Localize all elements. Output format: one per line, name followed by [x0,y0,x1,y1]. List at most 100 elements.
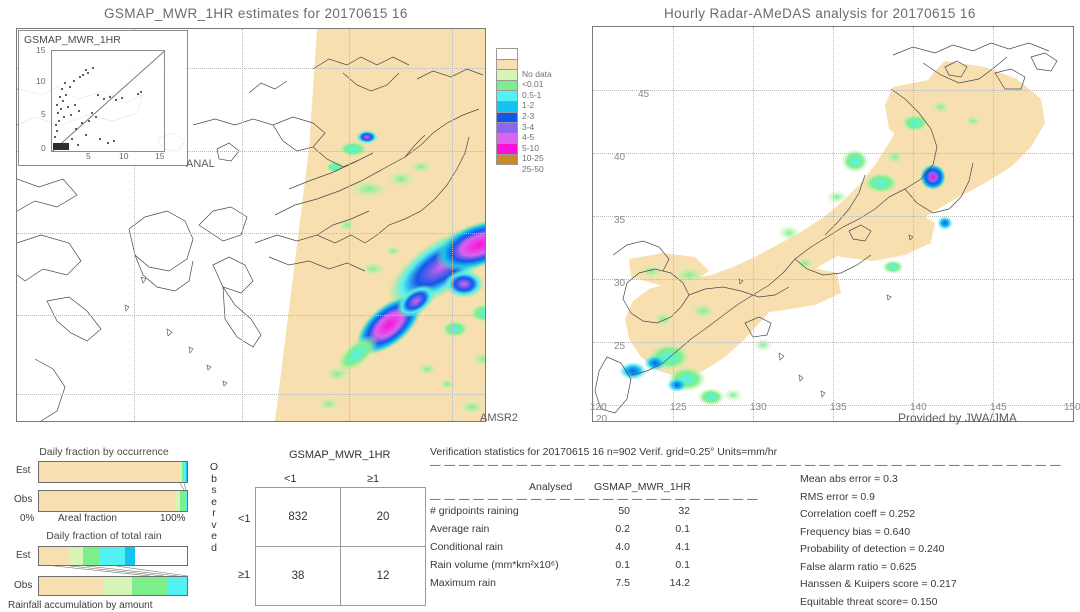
verification-row-analysed-2: 4.0 [615,541,630,553]
contingency-col-header-ge1: ≥1 [367,473,380,485]
colorbar-swatch-8 [496,132,518,144]
lon-tick-150: 150 [1064,402,1080,413]
occurrence-est-segment-4 [186,462,187,482]
lat-tick-45: 45 [638,89,650,100]
amount-chart-footer: Rainfall accumulation by amount [8,600,153,611]
occurrence-est-bar[interactable] [38,461,188,483]
verification-row-analysed-1: 0.2 [615,523,630,535]
verification-score-2: Correlation coeff = 0.252 [800,508,916,520]
occurrence-obs-bar[interactable] [38,490,188,512]
amount-obs-bar[interactable] [38,576,188,596]
amount-est-segment-0 [39,547,69,565]
colorbar-label-0 [522,58,552,69]
verification-score-5: False alarm ratio = 0.625 [800,560,917,573]
verification-row-analysed-0: 50 [618,505,630,517]
colorbar-swatch-7 [496,122,518,133]
scatter-inset[interactable]: GSMAP_MWR_1HR 15 10 5 0 5 10 15 [18,30,188,166]
left-map-sensor-label: AMSR2 [480,412,518,424]
verification-row-model-1: 0.1 [675,523,690,535]
occurrence-obs-segment-3 [184,491,187,511]
verification-score-7: Equitable threat score= 0.150 [800,595,938,608]
cell-lt1-ge1: 20 [340,487,426,547]
colorbar-label-1: No data [522,68,552,79]
colorbar-swatch-5 [496,100,518,112]
verification-col-analysed: Analysed [529,481,573,493]
colorbar-label-2: <0.01 [522,79,544,90]
colorbar-swatch-4 [496,90,518,101]
lat-tick-40: 40 [614,152,626,163]
verification-row-model-3: 0.1 [675,559,690,571]
verification-header: Verification statistics for 20170615 16 … [430,446,778,458]
left-panel-title: GSMAP_MWR_1HR estimates for 20170615 16 [104,6,408,21]
lon-tick-135: 135 [830,402,847,413]
amount-est-label: Est [16,550,31,561]
map-credit: Provided by JWA/JMA [898,411,1017,425]
colorbar-label-10: 25-50 [522,163,544,174]
lat-tick-35: 35 [614,215,626,226]
scatter-ytick-10: 10 [36,76,46,86]
contingency-title: GSMAP_MWR_1HR [289,449,391,461]
verification-row-model-0: 32 [678,505,690,517]
occurrence-linkage [179,483,187,490]
side-label-letter: d [211,541,217,554]
amount-est-bar[interactable] [38,546,188,566]
colorbar-label-5: 2-3 [522,110,535,121]
contingency-side-label: Observed [208,461,220,554]
scatter-ytick-15: 15 [36,45,46,55]
verification-row-label-4: Maximum rain [430,577,496,589]
right-map-coastlines [594,42,1058,414]
side-label-letter: r [212,507,216,519]
colorbar-swatch-3 [496,79,518,91]
occurrence-axis-min: 0% [20,513,35,524]
amount-linkage [53,566,188,576]
colorbar-swatch-9 [496,143,518,154]
verification-row-label-2: Conditional rain [430,541,503,553]
verification-row-label-1: Average rain [430,523,490,535]
lat-tick-25: 25 [614,341,626,352]
verification-row-model-4: 14.2 [669,577,690,589]
verification-score-1: RMS error = 0.9 [800,490,875,503]
scatter-xtick-5: 5 [86,151,91,161]
verification-row-label-0: # gridpoints raining [430,505,519,517]
scatter-plot-area [51,50,165,152]
verification-score-6: Hanssen & Kuipers score = 0.217 [800,578,957,590]
verification-divider-sub: — — — — — — — — — — — — — — — — — — — — … [430,493,759,505]
occurrence-axis-title: Areal fraction [58,513,117,524]
contingency-col-header-lt1: <1 [284,473,297,485]
amount-obs-segment-1 [104,577,133,595]
right-map[interactable] [592,26,1074,422]
amount-obs-segment-2 [132,577,168,595]
verification-row-label-3: Rain volume (mm*km²x10⁶) [430,559,559,571]
scatter-points [53,67,142,150]
verification-col-model: GSMAP_MWR_1HR [594,481,691,493]
occurrence-obs-segment-0 [39,491,176,511]
verification-row-analysed-4: 7.5 [615,577,630,589]
amount-chart-title: Daily fraction of total rain [46,530,162,542]
lon-tick-130: 130 [750,402,767,413]
side-label-letter: O [209,461,219,473]
amount-obs-label: Obs [14,580,33,591]
amount-est-segment-1 [68,547,84,565]
verification-row-analysed-3: 0.1 [615,559,630,571]
scatter-x-axis-label: ANAL [186,158,215,170]
verification-divider-top: — — — — — — — — — — — — — — — — — — — — … [430,459,1061,471]
amount-est-segment-4 [124,547,136,565]
amount-est-segment-3 [99,547,125,565]
scatter-ytick-0: 0 [41,143,46,153]
occurrence-axis-max: 100% [160,513,186,524]
colorbar-label-7: 4-5 [522,132,535,143]
lat-tick-30: 30 [614,278,626,289]
colorbar-swatch-2 [496,69,518,80]
lon-tick-125: 125 [670,402,687,413]
colorbar-swatch-10 [496,153,518,165]
contingency-table[interactable]: 832 20 38 12 [255,487,426,606]
contingency-row-header-lt1: <1 [238,513,251,525]
lon-tick-120: 120 [590,402,607,413]
right-panel-title: Hourly Radar-AMeDAS analysis for 2017061… [664,6,976,21]
side-label-letter: s [211,484,217,496]
side-label-letter: e [211,530,217,542]
lat-tick-20: 20 [596,414,608,425]
occurrence-obs-label: Obs [14,494,33,505]
verification-score-4: Probability of detection = 0.240 [800,543,945,555]
colorbar: No data <0.01 0.5-1 1-2 2-3 3-4 4-5 5-10 10-25 25… [496,48,552,174]
